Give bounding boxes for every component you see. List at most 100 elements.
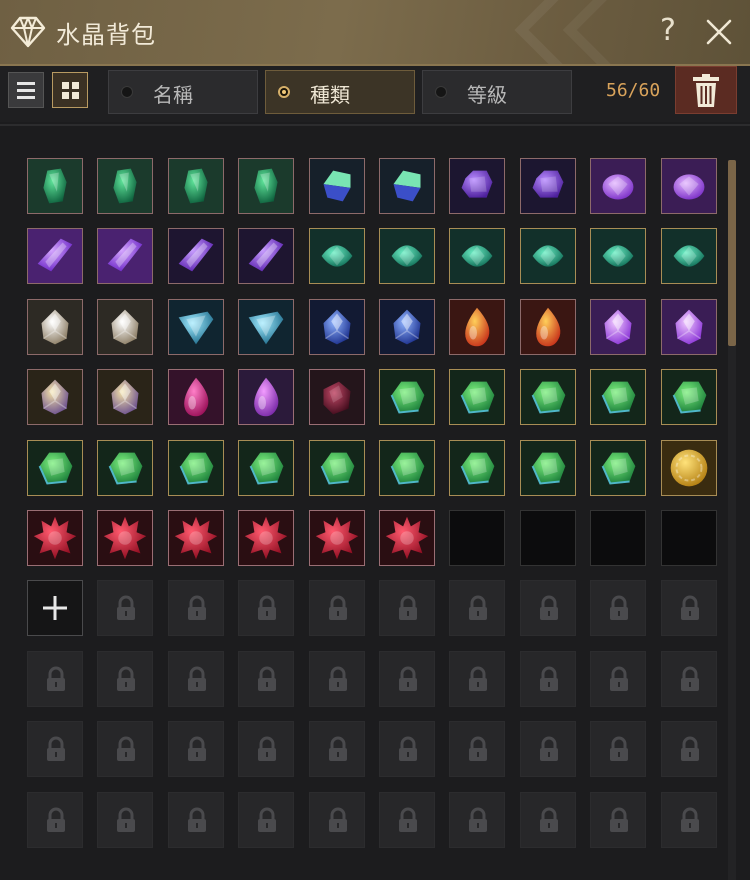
fire-teardrop-icon xyxy=(521,300,575,354)
inventory-slot[interactable] xyxy=(520,440,576,496)
inventory-slot[interactable] xyxy=(27,299,83,355)
inventory-slot[interactable] xyxy=(661,369,717,425)
empty-slot[interactable] xyxy=(590,510,646,566)
inventory-slot[interactable] xyxy=(379,369,435,425)
empty-slot[interactable] xyxy=(520,510,576,566)
inventory-slot[interactable] xyxy=(449,369,505,425)
lock-icon xyxy=(47,736,65,761)
lock-icon xyxy=(188,807,206,832)
inventory-slot[interactable] xyxy=(379,510,435,566)
rainbow-cluster-icon xyxy=(28,370,82,424)
inventory-slot[interactable] xyxy=(590,440,646,496)
inventory-slot[interactable] xyxy=(238,299,294,355)
grid-view-button[interactable] xyxy=(52,72,88,108)
inventory-slot[interactable] xyxy=(27,510,83,566)
sapphire-cluster-icon xyxy=(310,300,364,354)
filter-tab-level[interactable]: 等級 xyxy=(422,70,572,114)
inventory-slot[interactable] xyxy=(27,440,83,496)
locked-slot xyxy=(661,792,717,848)
inventory-slot[interactable] xyxy=(168,510,224,566)
inventory-slot[interactable] xyxy=(661,228,717,284)
inventory-slot[interactable] xyxy=(238,369,294,425)
inventory-slot[interactable] xyxy=(27,369,83,425)
inventory-slot[interactable] xyxy=(309,369,365,425)
inventory-slot[interactable] xyxy=(97,510,153,566)
scrollbar-thumb[interactable] xyxy=(728,160,736,346)
filter-tab-type[interactable]: 種類 xyxy=(265,70,415,114)
inventory-slot[interactable] xyxy=(520,158,576,214)
inventory-slot[interactable] xyxy=(238,228,294,284)
inventory-slot[interactable] xyxy=(449,228,505,284)
inventory-slot[interactable] xyxy=(97,158,153,214)
locked-slot xyxy=(168,792,224,848)
ruby-cluster-icon xyxy=(310,511,364,565)
inventory-slot[interactable] xyxy=(309,299,365,355)
inventory-slot[interactable] xyxy=(27,158,83,214)
inventory-slot[interactable] xyxy=(309,510,365,566)
inventory-slot[interactable] xyxy=(520,369,576,425)
inventory-slot[interactable] xyxy=(590,228,646,284)
radio-icon xyxy=(121,86,133,98)
inventory-slot[interactable] xyxy=(379,158,435,214)
violet-teardrop-icon xyxy=(239,370,293,424)
amethyst-hexagon-icon xyxy=(521,159,575,213)
inventory-slot[interactable] xyxy=(590,369,646,425)
add-slot-button[interactable] xyxy=(27,580,83,636)
locked-slot xyxy=(168,721,224,777)
inventory-slot[interactable] xyxy=(449,299,505,355)
inventory-slot[interactable] xyxy=(449,440,505,496)
empty-slot[interactable] xyxy=(661,510,717,566)
inventory-slot[interactable] xyxy=(238,510,294,566)
emerald-shard-icon xyxy=(28,159,82,213)
inventory-slot[interactable] xyxy=(661,440,717,496)
inventory-slot[interactable] xyxy=(520,299,576,355)
ruby-cluster-icon xyxy=(98,511,152,565)
inventory-slot[interactable] xyxy=(449,158,505,214)
trash-button[interactable] xyxy=(675,66,737,114)
inventory-slot[interactable] xyxy=(238,158,294,214)
inventory-slot[interactable] xyxy=(168,228,224,284)
inventory-slot[interactable] xyxy=(379,299,435,355)
violet-crystal-glow-icon xyxy=(98,229,152,283)
inventory-slot[interactable] xyxy=(168,299,224,355)
inventory-slot[interactable] xyxy=(661,299,717,355)
inventory-slot[interactable] xyxy=(661,158,717,214)
inventory-slot[interactable] xyxy=(168,440,224,496)
inventory-slot[interactable] xyxy=(168,158,224,214)
empty-slot[interactable] xyxy=(449,510,505,566)
lock-icon xyxy=(258,736,276,761)
locked-slot xyxy=(520,580,576,636)
inventory-slot[interactable] xyxy=(27,228,83,284)
inventory-slot[interactable] xyxy=(309,158,365,214)
locked-slot xyxy=(27,651,83,707)
inventory-slot[interactable] xyxy=(590,299,646,355)
locked-slot xyxy=(590,721,646,777)
locked-slot xyxy=(309,651,365,707)
window-header: 水晶背包 ? xyxy=(0,0,750,66)
garnet-rough-icon xyxy=(310,370,364,424)
lock-icon xyxy=(117,666,135,691)
inventory-slot[interactable] xyxy=(520,228,576,284)
inventory-slot[interactable] xyxy=(97,228,153,284)
inventory-slot[interactable] xyxy=(379,228,435,284)
list-view-button[interactable] xyxy=(8,72,44,108)
ruby-cluster-icon xyxy=(380,511,434,565)
inventory-slot[interactable] xyxy=(97,369,153,425)
inventory-slot[interactable] xyxy=(168,369,224,425)
inventory-slot[interactable] xyxy=(97,299,153,355)
inventory-slot[interactable] xyxy=(309,440,365,496)
inventory-slot[interactable] xyxy=(238,440,294,496)
close-icon[interactable] xyxy=(702,15,736,49)
filter-tab-name[interactable]: 名稱 xyxy=(108,70,258,114)
inventory-slot[interactable] xyxy=(309,228,365,284)
help-button[interactable]: ? xyxy=(654,12,682,50)
toolbar: 名稱 種類 等級 56/60 xyxy=(0,66,750,122)
radio-icon xyxy=(435,86,447,98)
locked-slot xyxy=(97,651,153,707)
inventory-slot[interactable] xyxy=(97,440,153,496)
inventory-slot[interactable] xyxy=(379,440,435,496)
green-gem-icon xyxy=(169,441,223,495)
lock-icon xyxy=(258,595,276,620)
inventory-slot[interactable] xyxy=(590,158,646,214)
cyan-shard-icon xyxy=(169,300,223,354)
